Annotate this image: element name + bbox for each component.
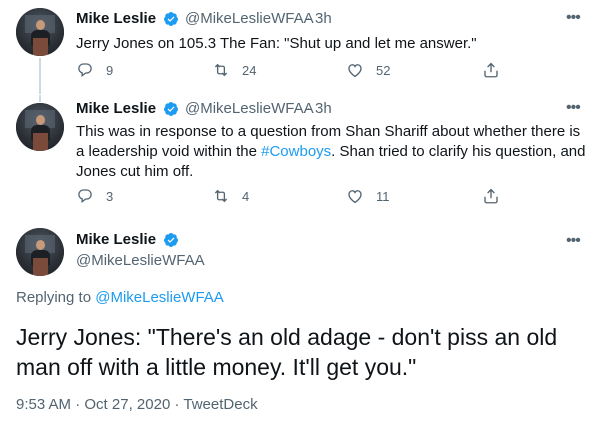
retweet-count: 4 — [242, 188, 250, 204]
tweet-text: This was in response to a question from … — [76, 122, 586, 182]
tweet-source[interactable]: TweetDeck — [183, 396, 257, 413]
like-count: 11 — [376, 188, 390, 204]
focused-tweet: Mike Leslie @MikeLeslieWFAA ••• Replying… — [0, 220, 598, 424]
author-name[interactable]: Mike Leslie — [76, 99, 156, 119]
verified-badge-icon — [163, 12, 178, 26]
tweet-2[interactable]: Mike Leslie @MikeLeslieWFAA · 3h ••• Thi… — [0, 95, 598, 220]
avatar[interactable] — [16, 228, 64, 276]
like-count: 52 — [376, 62, 391, 78]
timestamp[interactable]: 3h — [315, 9, 332, 29]
tweet-text: Jerry Jones: "There's an old adage - don… — [16, 324, 558, 380]
separator: · — [174, 396, 180, 413]
thread-line — [39, 95, 41, 102]
like-button[interactable]: 11 — [346, 187, 390, 205]
retweet-icon — [214, 189, 228, 203]
thread-line — [39, 58, 41, 94]
tweet-1[interactable]: Mike Leslie @MikeLeslieWFAA · 3h ••• Jer… — [0, 0, 598, 95]
retweet-button[interactable]: 24 — [212, 61, 256, 79]
tweet-text: Jerry Jones on 105.3 The Fan: "Shut up a… — [76, 35, 477, 52]
replying-handle-link[interactable]: @MikeLeslieWFAA — [95, 289, 224, 306]
reply-button[interactable]: 9 — [76, 61, 113, 79]
more-icon[interactable]: ••• — [566, 100, 581, 116]
heart-icon — [348, 64, 362, 78]
retweet-button[interactable]: 4 — [212, 187, 249, 205]
verified-badge-icon — [163, 102, 178, 116]
retweet-count: 24 — [242, 62, 257, 78]
replying-to: Replying to @MikeLeslieWFAA — [16, 288, 224, 308]
author-name[interactable]: Mike Leslie — [76, 9, 156, 29]
share-button[interactable] — [482, 61, 500, 79]
avatar[interactable] — [16, 8, 64, 56]
share-icon — [484, 62, 498, 78]
timestamp[interactable]: 3h — [315, 99, 332, 119]
separator: · — [306, 100, 311, 117]
heart-icon — [348, 190, 362, 204]
more-icon[interactable]: ••• — [566, 10, 581, 26]
verified-badge-icon — [163, 233, 178, 247]
replying-prefix: Replying to — [16, 289, 96, 306]
avatar[interactable] — [16, 103, 64, 151]
author-handle[interactable]: @MikeLeslieWFAA — [76, 251, 205, 271]
tweet-time[interactable]: 9:53 AM — [16, 396, 71, 413]
tweet-date[interactable]: Oct 27, 2020 — [84, 396, 170, 413]
hashtag-link[interactable]: #Cowboys — [261, 143, 331, 160]
like-button[interactable]: 52 — [346, 61, 390, 79]
share-icon — [484, 188, 498, 204]
reply-count: 3 — [106, 188, 114, 204]
separator: · — [306, 10, 311, 27]
reply-icon — [78, 63, 92, 77]
reply-count: 9 — [106, 62, 114, 78]
author-name[interactable]: Mike Leslie — [76, 230, 156, 250]
retweet-icon — [214, 63, 228, 77]
reply-button[interactable]: 3 — [76, 187, 113, 205]
author-handle[interactable]: @MikeLeslieWFAA — [185, 99, 314, 119]
tweet-meta: 9:53 AM · Oct 27, 2020 · TweetDeck — [16, 395, 258, 415]
separator: · — [75, 396, 81, 413]
author-handle[interactable]: @MikeLeslieWFAA — [185, 9, 314, 29]
reply-icon — [78, 189, 92, 203]
share-button[interactable] — [482, 187, 500, 205]
more-icon[interactable]: ••• — [566, 233, 581, 249]
